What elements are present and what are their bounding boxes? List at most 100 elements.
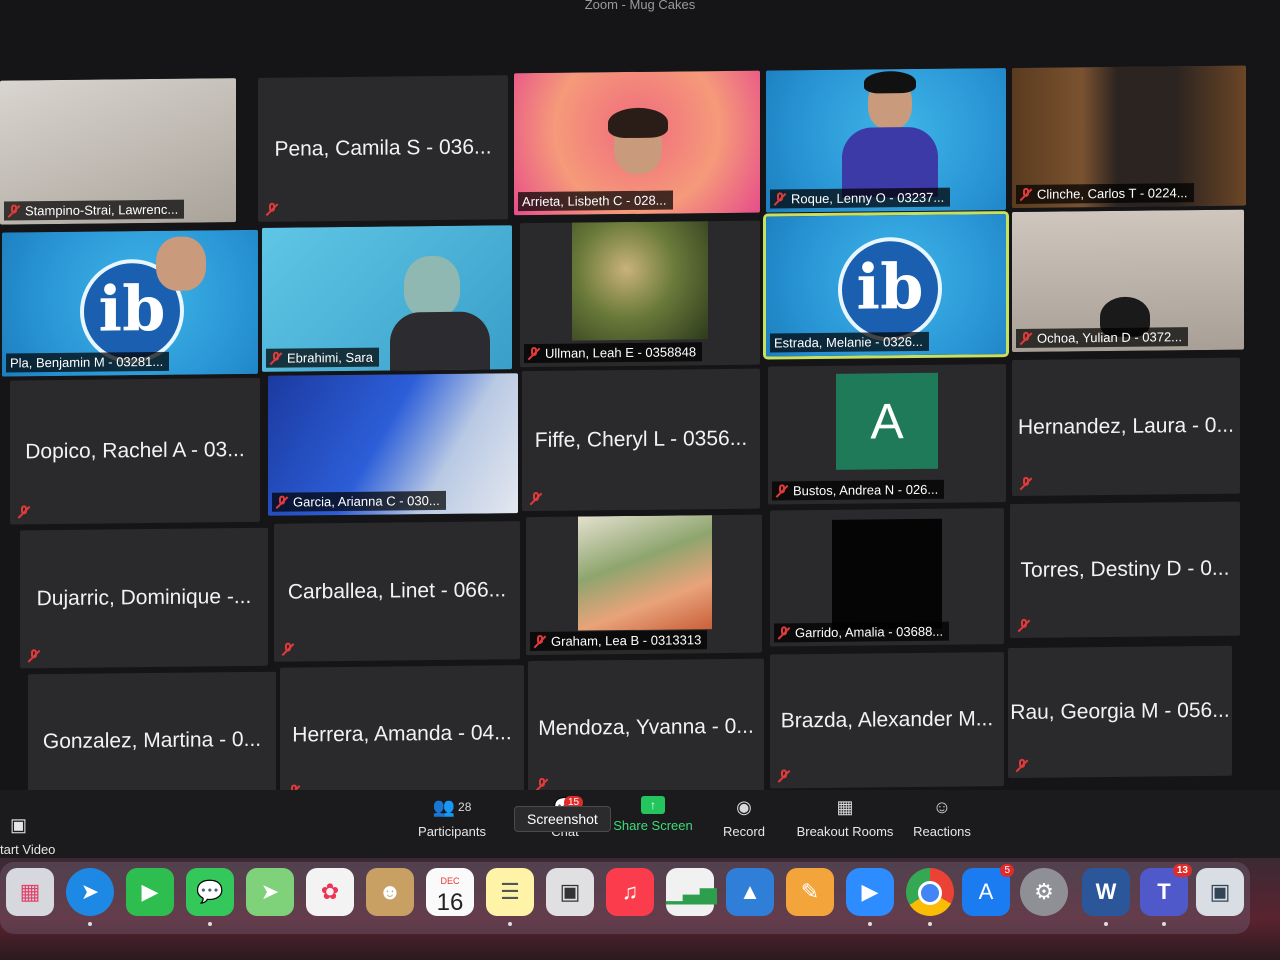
participant-tile[interactable]: Ebrahimi, Sara bbox=[262, 225, 512, 372]
participant-tile[interactable]: Garrido, Amalia - 03688... bbox=[770, 508, 1004, 647]
muted-mic-icon bbox=[536, 778, 548, 791]
app-store-badge: 5 bbox=[1000, 864, 1014, 877]
muted-mic-icon bbox=[1020, 477, 1032, 490]
app-store-letter: A bbox=[978, 879, 994, 904]
photos-icon[interactable]: ✿ bbox=[306, 868, 354, 916]
muted-mic-icon bbox=[1016, 759, 1028, 772]
participant-tile[interactable]: Torres, Destiny D - 0... bbox=[1010, 501, 1240, 639]
participant-name: Pena, Camila S - 036... bbox=[274, 135, 492, 161]
share-screen-label: Share Screen bbox=[613, 818, 693, 833]
messages-icon[interactable]: 💬 bbox=[186, 868, 234, 916]
muted-mic-icon bbox=[778, 769, 790, 782]
participant-tile[interactable]: Graham, Lea B - 0313313 bbox=[526, 514, 762, 656]
meeting-toolbar: ▣ tart Video 👥28 Participants 💬 Chat 15 … bbox=[0, 790, 1280, 858]
record-button[interactable]: ◉ Record bbox=[714, 796, 774, 839]
participant-tile[interactable]: Dopico, Rachel A - 03... bbox=[10, 377, 260, 525]
contacts-icon[interactable]: ☻ bbox=[366, 868, 414, 916]
reactions-label: Reactions bbox=[913, 824, 971, 839]
muted-mic-icon bbox=[1020, 188, 1032, 201]
muted-mic-icon bbox=[534, 635, 546, 648]
participant-tile[interactable]: Arrieta, Lisbeth C - 028... bbox=[514, 70, 760, 216]
participant-tile[interactable]: Fiffe, Cheryl L - 0356... bbox=[522, 368, 760, 512]
participant-name: Torres, Destiny D - 0... bbox=[1020, 556, 1230, 582]
calendar-icon[interactable]: DEC 16 bbox=[426, 868, 474, 916]
teams-icon[interactable]: T 13 bbox=[1140, 864, 1192, 916]
system-settings-icon[interactable]: ⚙ bbox=[1020, 868, 1068, 916]
screenshot-tooltip: Screenshot bbox=[514, 806, 611, 832]
muted-mic-icon bbox=[282, 643, 294, 656]
participant-name: Arrieta, Lisbeth C - 028... bbox=[518, 190, 673, 212]
participants-label: Participants bbox=[418, 824, 486, 839]
participant-face bbox=[404, 255, 460, 319]
reactions-button[interactable]: ☺ Reactions bbox=[908, 796, 976, 839]
window-title: Zoom - Mug Cakes bbox=[584, 0, 696, 12]
video-feed bbox=[578, 515, 712, 631]
breakout-rooms-icon: ▦ bbox=[836, 797, 854, 817]
participant-tile[interactable]: Herrera, Amanda - 04... bbox=[280, 665, 524, 804]
breakout-rooms-button[interactable]: ▦ Breakout Rooms bbox=[792, 796, 898, 839]
pages-icon[interactable]: ✎ bbox=[786, 868, 834, 916]
participant-tile[interactable]: Hernandez, Laura - 0... bbox=[1012, 357, 1240, 496]
participant-tile[interactable]: Pena, Camila S - 036... bbox=[258, 75, 508, 222]
screenshot-icon[interactable]: ▣ bbox=[546, 868, 594, 916]
keynote-icon[interactable]: ▲ bbox=[726, 868, 774, 916]
running-indicator bbox=[1104, 922, 1108, 926]
participant-name: Ullman, Leah E - 0358848 bbox=[524, 342, 703, 364]
muted-mic-icon bbox=[530, 492, 542, 505]
muted-mic-icon bbox=[8, 204, 20, 217]
participant-tile[interactable]: Brazda, Alexander M... bbox=[770, 652, 1004, 789]
calendar-month: DEC bbox=[440, 876, 460, 886]
participant-tile[interactable]: A Bustos, Andrea N - 026... bbox=[768, 364, 1006, 505]
teams-letter: T bbox=[1157, 879, 1171, 904]
launchpad-icon[interactable]: ▦ bbox=[6, 868, 54, 916]
music-icon[interactable]: ♫ bbox=[606, 868, 654, 916]
chrome-icon[interactable] bbox=[906, 868, 954, 916]
participant-tile[interactable]: Ullman, Leah E - 0358848 bbox=[520, 220, 760, 368]
numbers-icon[interactable]: ▁▃▅ bbox=[666, 868, 717, 916]
participant-tile[interactable]: Mendoza, Yvanna - 0... bbox=[528, 658, 764, 798]
calendar-day: 16 bbox=[436, 889, 464, 916]
participant-tile[interactable]: Stampino-Strai, Lawrenc... bbox=[0, 78, 236, 225]
participants-button[interactable]: 👥 28 Participants bbox=[414, 796, 490, 839]
facetime-icon[interactable]: ▶ bbox=[126, 868, 174, 916]
participant-tile[interactable]: Garcia, Arianna C - 030... bbox=[268, 373, 518, 516]
start-video-label: tart Video bbox=[0, 842, 56, 857]
muted-mic-icon bbox=[774, 192, 786, 205]
participant-tile[interactable]: Roque, Lenny O - 03237... bbox=[766, 68, 1006, 213]
maps-icon[interactable]: ➤ bbox=[246, 868, 294, 916]
participants-icon: 👥 28 bbox=[432, 797, 472, 817]
share-screen-button[interactable]: ↑ Share Screen bbox=[608, 796, 698, 833]
safari-icon[interactable]: ➤ bbox=[66, 868, 114, 916]
word-icon[interactable]: W bbox=[1082, 868, 1130, 916]
muted-mic-icon bbox=[1018, 619, 1030, 632]
start-video-button[interactable]: ▣ tart Video bbox=[0, 814, 80, 857]
app-store-icon[interactable]: A 5 bbox=[962, 864, 1014, 916]
notes-icon[interactable]: ☰ bbox=[486, 868, 534, 916]
ib-logo-icon: ib bbox=[838, 236, 942, 342]
participant-name: Rau, Georgia M - 056... bbox=[1010, 698, 1230, 725]
participant-name: Pla, Benjamin M - 03281... bbox=[6, 351, 170, 373]
participant-name: Ebrahimi, Sara bbox=[266, 347, 379, 368]
muted-mic-icon bbox=[778, 626, 790, 639]
participant-tile[interactable]: ib Pla, Benjamin M - 03281... bbox=[2, 229, 258, 377]
muted-mic-icon bbox=[28, 649, 40, 662]
participant-name: Roque, Lenny O - 03237... bbox=[770, 187, 951, 209]
muted-mic-icon bbox=[276, 496, 288, 509]
participant-name: Ochoa, Yulian D - 0372... bbox=[1016, 327, 1189, 348]
participant-tile[interactable]: Dujarric, Dominique -... bbox=[20, 527, 268, 669]
muted-mic-icon bbox=[528, 347, 540, 360]
participant-tile[interactable]: Clinche, Carlos T - 0224... bbox=[1012, 65, 1246, 208]
muted-mic-icon bbox=[1020, 332, 1032, 345]
participant-tile[interactable]: Ochoa, Yulian D - 0372... bbox=[1012, 209, 1244, 352]
participant-tile[interactable]: Rau, Georgia M - 056... bbox=[1008, 645, 1232, 779]
zoom-icon[interactable]: ▶ bbox=[846, 868, 894, 916]
participant-tile[interactable]: Carballea, Linet - 066... bbox=[274, 521, 520, 662]
participant-name: Graham, Lea B - 0313313 bbox=[530, 630, 708, 652]
participant-name: Garrido, Amalia - 03688... bbox=[774, 621, 950, 643]
running-indicator bbox=[868, 922, 872, 926]
macos-dock: ▦ ➤ ▶ 💬 ➤ ✿ ☻ DEC 16 ☰ ▣ ♫ ▁▃▅ ▲ ✎ ▶ A 5… bbox=[0, 858, 1280, 960]
preview-icon[interactable]: ▣ bbox=[1196, 868, 1244, 916]
video-feed bbox=[572, 221, 708, 341]
participant-name: Estrada, Melanie - 0326... bbox=[770, 331, 929, 353]
participant-tile-active-speaker[interactable]: ib Estrada, Melanie - 0326... bbox=[763, 211, 1009, 360]
